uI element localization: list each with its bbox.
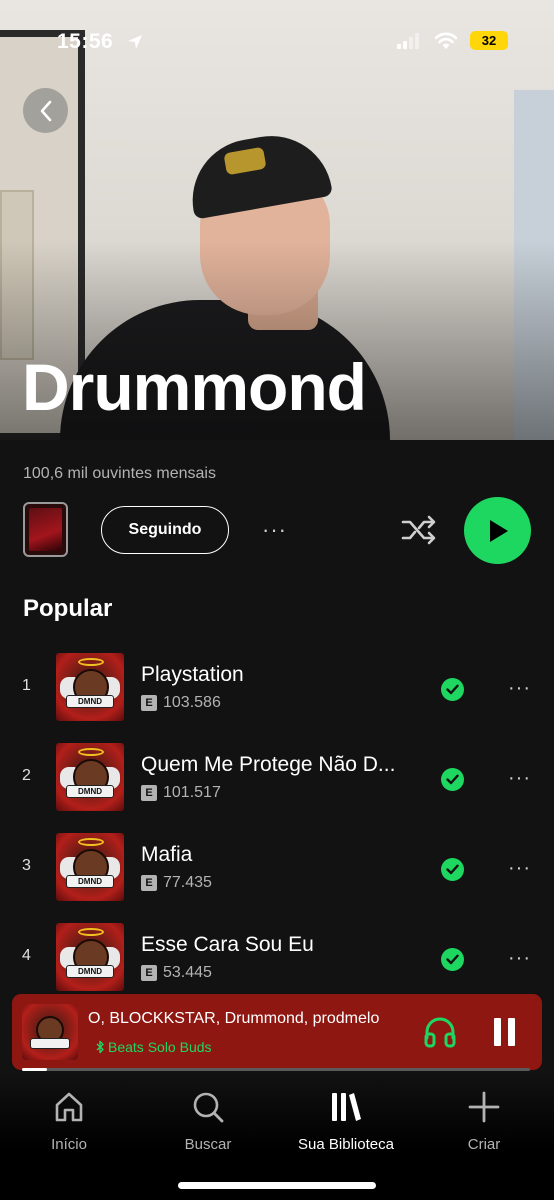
track-row[interactable]: 4 DMND Esse Cara Sou Eu E 53.445 ··· xyxy=(0,923,554,993)
play-button[interactable] xyxy=(464,497,531,564)
tab-home[interactable]: Início xyxy=(14,1090,124,1160)
cellular-signal-icon xyxy=(397,33,419,49)
cover-tag: DMND xyxy=(66,875,114,888)
shuffle-icon[interactable] xyxy=(400,513,438,547)
cover-halo xyxy=(78,748,104,756)
track-meta: E 101.517 xyxy=(141,784,221,802)
pause-bar-left xyxy=(494,1018,501,1046)
track-cover-art: DMND xyxy=(56,833,124,901)
tab-label: Criar xyxy=(467,1136,501,1153)
track-title: Playstation xyxy=(141,663,244,686)
play-icon xyxy=(489,519,508,542)
cover-halo xyxy=(78,658,104,666)
cover-tag: DMND xyxy=(66,695,114,708)
track-title: Mafia xyxy=(141,843,193,866)
track-play-count: 53.445 xyxy=(163,964,212,981)
cover-halo xyxy=(78,838,104,846)
track-meta: E 77.435 xyxy=(141,874,212,892)
home-icon xyxy=(55,1092,83,1122)
wifi-icon xyxy=(434,32,458,49)
tab-label: Início xyxy=(51,1136,87,1153)
back-button[interactable] xyxy=(23,88,68,133)
saved-check-icon[interactable] xyxy=(441,858,464,881)
track-meta: E 103.586 xyxy=(141,694,221,712)
track-title: Esse Cara Sou Eu xyxy=(141,933,314,956)
connected-device: Beats Solo Buds xyxy=(108,1039,212,1055)
saved-check-icon[interactable] xyxy=(441,678,464,701)
status-time: 15:56 xyxy=(57,30,114,53)
tab-create[interactable]: Criar xyxy=(429,1090,539,1160)
track-cover-art: DMND xyxy=(56,923,124,991)
explicit-badge: E xyxy=(141,695,157,711)
chevron-left-icon xyxy=(40,100,51,121)
more-options-button[interactable]: ··· xyxy=(262,518,298,542)
status-bar: 15:56 32 xyxy=(0,0,554,80)
pause-button[interactable] xyxy=(494,1018,516,1046)
explicit-badge: E xyxy=(141,875,157,891)
track-rank: 4 xyxy=(22,947,31,964)
explicit-badge: E xyxy=(141,965,157,981)
tab-library[interactable]: Sua Biblioteca xyxy=(291,1090,401,1160)
location-arrow-icon xyxy=(128,35,142,49)
saved-check-icon[interactable] xyxy=(441,948,464,971)
track-more-button[interactable]: ··· xyxy=(508,855,536,881)
tab-search[interactable]: Buscar xyxy=(153,1090,263,1160)
track-row[interactable]: 3 DMND Mafia E 77.435 ··· xyxy=(0,833,554,903)
track-rank: 2 xyxy=(22,767,31,784)
track-meta: E 53.445 xyxy=(141,964,212,982)
bottom-tab-bar: Início Buscar Sua Biblioteca Criar xyxy=(0,1072,554,1200)
cover-halo xyxy=(78,928,104,936)
saved-check-icon[interactable] xyxy=(441,768,464,791)
preview-thumbnail-art xyxy=(29,508,62,551)
explicit-badge: E xyxy=(141,785,157,801)
now-playing-title: O, BLOCKKSTAR, Drummond, prodmelo xyxy=(88,1010,380,1027)
popular-section-title: Popular xyxy=(23,595,113,622)
track-more-button[interactable]: ··· xyxy=(508,765,536,791)
battery-indicator: 32 xyxy=(470,31,508,50)
follow-button[interactable]: Seguindo xyxy=(101,506,229,554)
bluetooth-icon xyxy=(96,1040,104,1054)
artist-name: Drummond xyxy=(22,350,367,424)
track-cover-art: DMND xyxy=(56,653,124,721)
search-icon xyxy=(193,1092,224,1123)
track-play-count: 101.517 xyxy=(163,784,221,801)
track-row[interactable]: 2 DMND Quem Me Protege Não D... E 101.51… xyxy=(0,743,554,813)
track-play-count: 103.586 xyxy=(163,694,221,711)
track-rank: 3 xyxy=(22,857,31,874)
cover-tag xyxy=(30,1038,70,1049)
track-cover-art: DMND xyxy=(56,743,124,811)
tab-label: Buscar xyxy=(184,1136,232,1153)
playback-progress-bar[interactable] xyxy=(22,1068,530,1071)
headphones-icon[interactable] xyxy=(422,1014,458,1048)
library-icon xyxy=(332,1093,361,1121)
track-title: Quem Me Protege Não D... xyxy=(141,753,396,776)
tab-label: Sua Biblioteca xyxy=(298,1136,394,1153)
track-more-button[interactable]: ··· xyxy=(508,945,536,971)
cover-tag: DMND xyxy=(66,785,114,798)
cover-tag: DMND xyxy=(66,965,114,978)
monthly-listeners: 100,6 mil ouvintes mensais xyxy=(23,465,216,482)
artist-preview-thumbnail[interactable] xyxy=(23,502,68,557)
track-rank: 1 xyxy=(22,677,31,694)
track-more-button[interactable]: ··· xyxy=(508,675,536,701)
now-playing-bar[interactable]: O, BLOCKKSTAR, Drummond, prodmelo Beats … xyxy=(12,994,542,1070)
now-playing-cover-art xyxy=(22,1004,78,1060)
plus-icon xyxy=(468,1091,500,1123)
playback-progress-fill xyxy=(22,1068,48,1071)
track-row[interactable]: 1 DMND Playstation E 103.586 ··· xyxy=(0,653,554,723)
home-indicator xyxy=(178,1182,376,1189)
pause-bar-right xyxy=(508,1018,515,1046)
track-play-count: 77.435 xyxy=(163,874,212,891)
